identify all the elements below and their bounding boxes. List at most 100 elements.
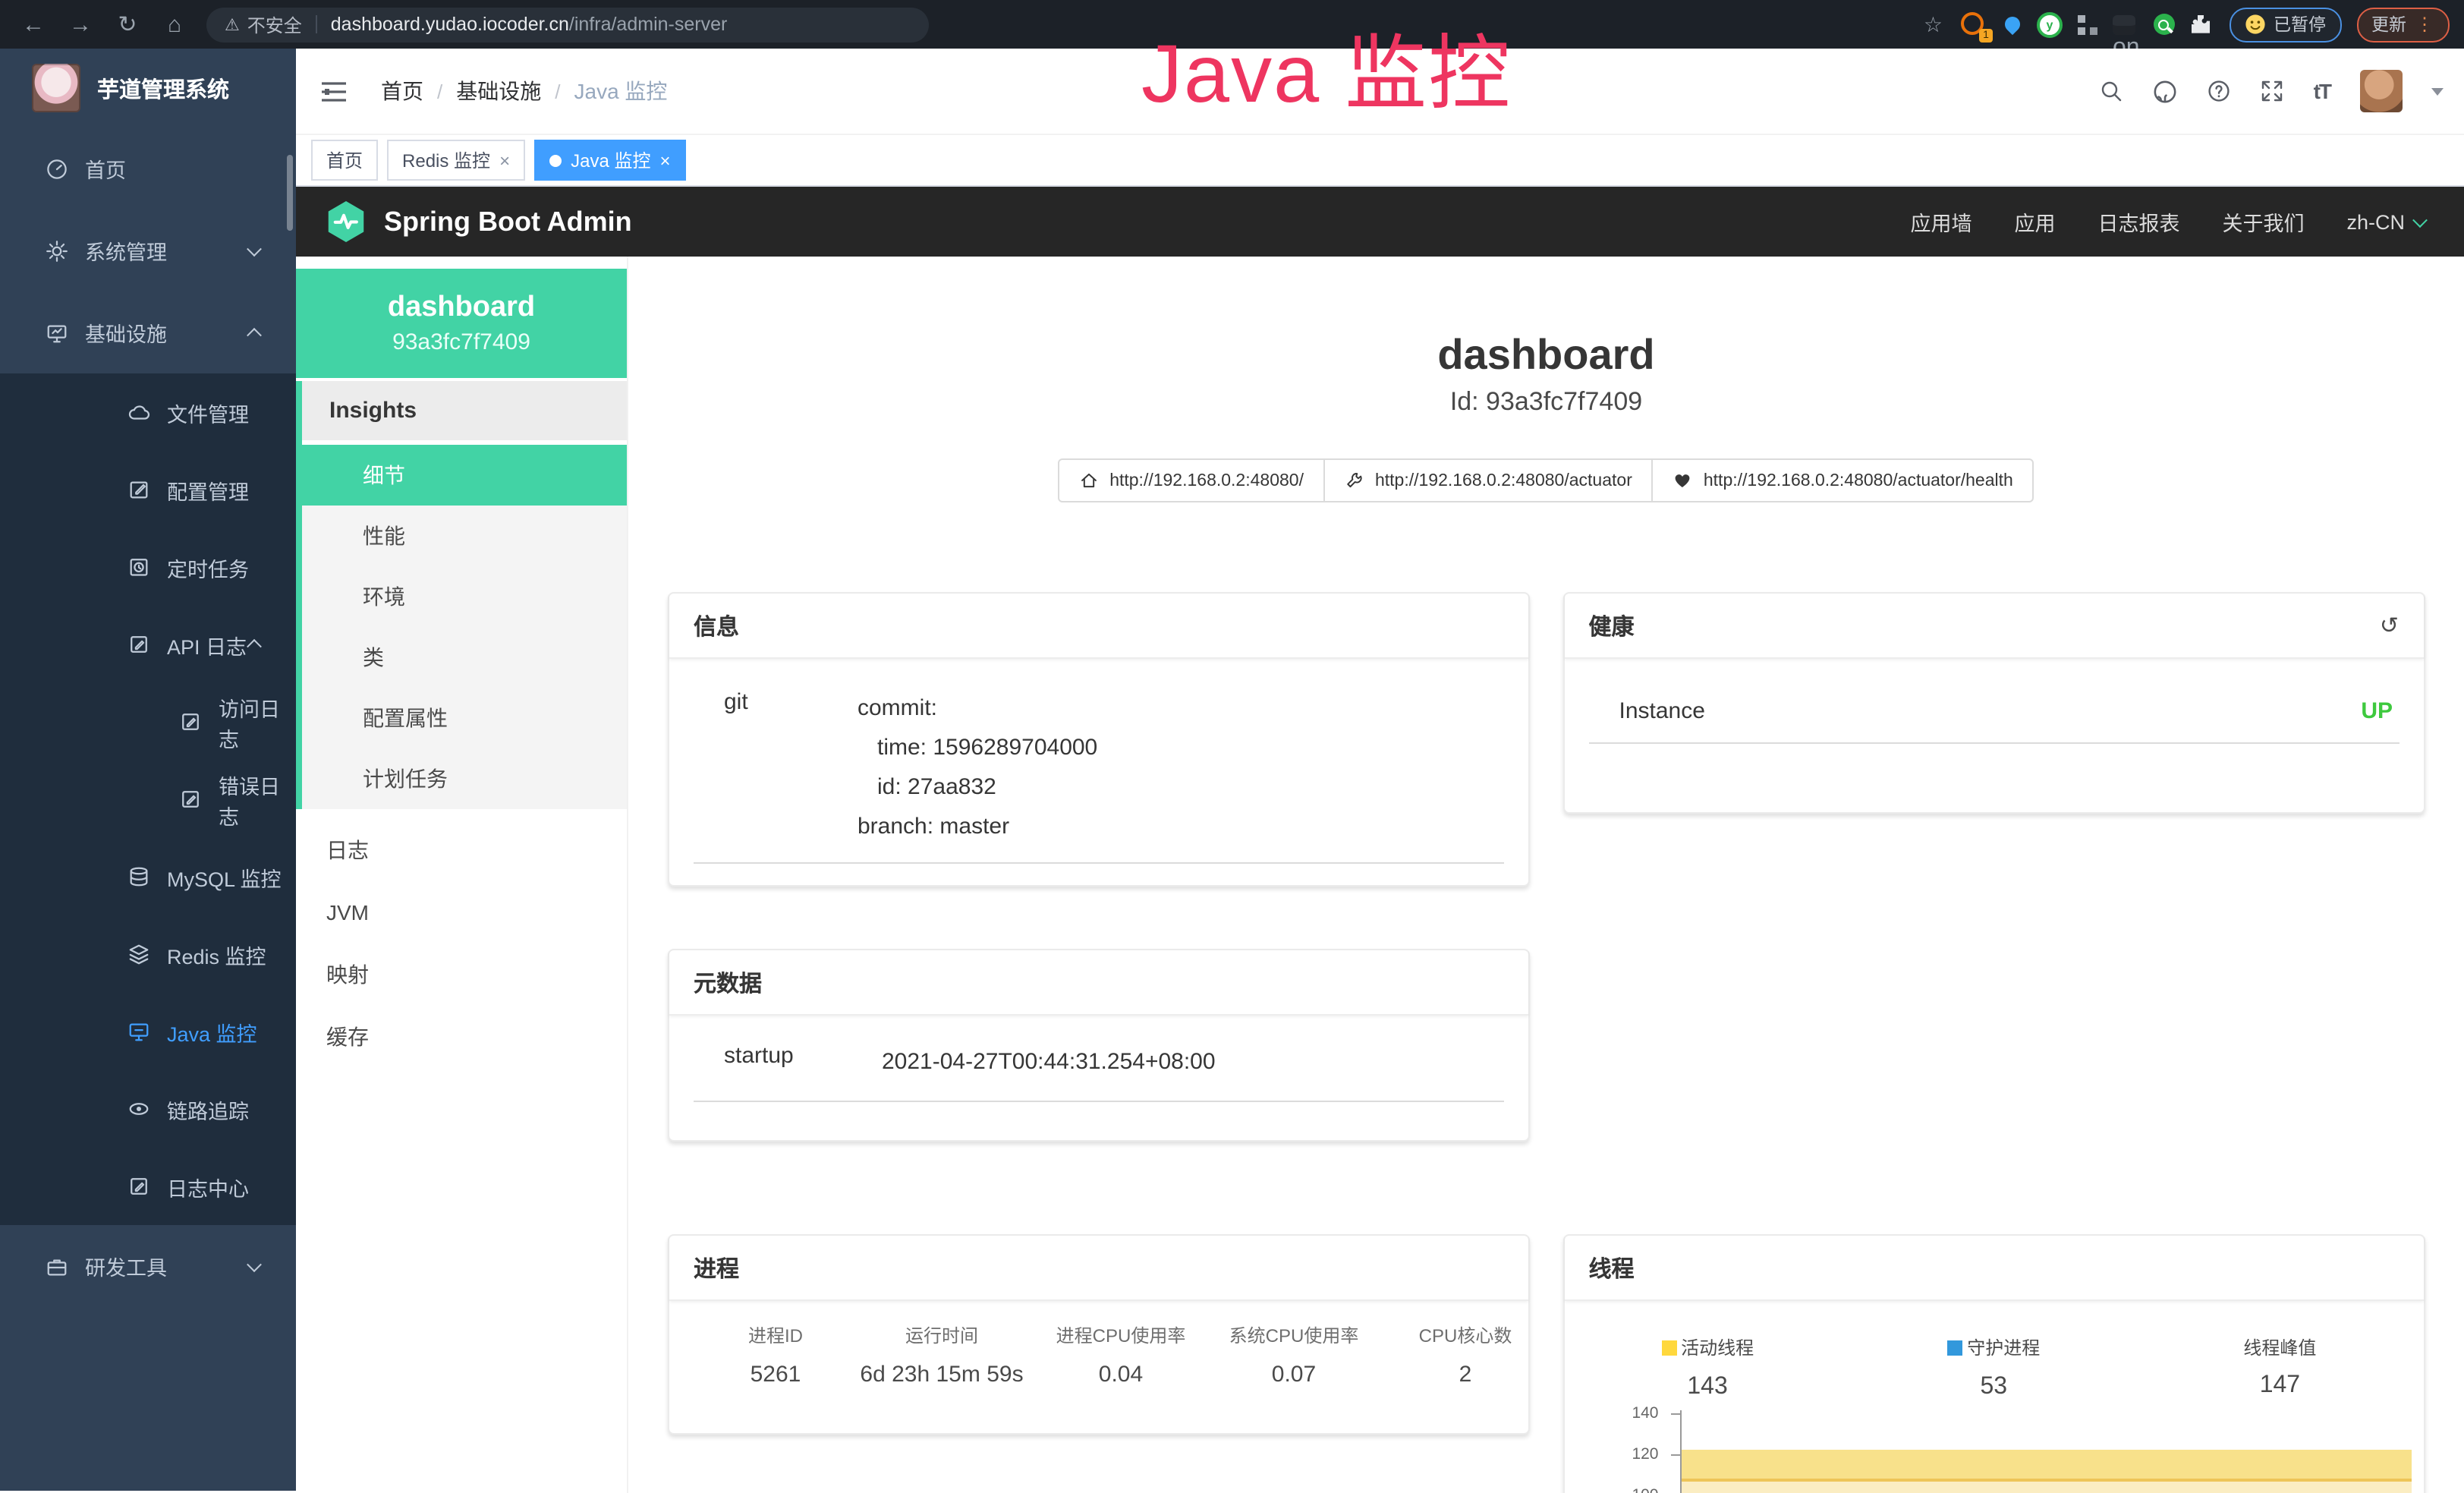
breadcrumb-infra[interactable]: 基础设施 [456, 76, 541, 106]
health-key: Instance [1619, 698, 1705, 724]
insights-group: Insights 细节 性能 环境 类 配置属性 计划任务 [296, 381, 627, 809]
insights-item-scheduled-tasks[interactable]: 计划任务 [302, 748, 627, 809]
sidebar-item-redis-monitor[interactable]: Redis 监控 [0, 915, 296, 993]
briefcase-icon [46, 1255, 68, 1277]
app-logo-row[interactable]: 芋道管理系统 [0, 49, 296, 128]
process-table-values: 5261 6d 23h 15m 59s 0.04 0.07 2 [669, 1362, 1528, 1387]
instance-name: dashboard [388, 291, 535, 325]
sidebar-item-log-center[interactable]: 日志中心 [0, 1148, 296, 1225]
side-item-mappings[interactable]: 映射 [296, 943, 627, 1005]
extension-list-on-icon[interactable]: on [2113, 11, 2138, 37]
sidebar-item-infra[interactable]: 基础设施 [0, 291, 296, 373]
user-avatar[interactable] [2359, 70, 2402, 112]
sba-nav-applications[interactable]: 应用 [2014, 206, 2055, 237]
insights-item-details[interactable]: 细节 [302, 445, 627, 506]
search-icon[interactable] [2100, 79, 2124, 103]
home-icon[interactable]: ⌂ [161, 11, 188, 37]
sidebar-item-tracing[interactable]: 链路追踪 [0, 1070, 296, 1148]
reload-icon[interactable]: ↻ [114, 11, 141, 38]
user-menu-caret-icon[interactable] [2431, 87, 2443, 95]
breadcrumb-home[interactable]: 首页 [381, 76, 423, 106]
page-annotation: Java 监控 [1141, 6, 1512, 126]
bookmark-star-icon[interactable]: ☆ [1924, 11, 1943, 37]
live-threads-swatch [1661, 1340, 1676, 1355]
sba-nav-journal[interactable]: 日志报表 [2097, 206, 2179, 237]
process-card: 进程 进程ID 运行时间 进程CPU使用率 系统CPU使用率 CPU核心数 52… [668, 1234, 1530, 1435]
extension-pin-icon[interactable] [1999, 11, 2025, 37]
sidebar-item-dev-tools[interactable]: 研发工具 [0, 1225, 296, 1307]
tab-redis-monitor[interactable]: Redis 监控 × [387, 140, 525, 181]
url-path: /infra/admin-server [569, 14, 727, 35]
extension-magnifier-icon[interactable] [2151, 11, 2176, 37]
fullscreen-icon[interactable] [2261, 79, 2285, 103]
chevron-up-icon [247, 327, 262, 342]
sidebar-item-scheduled-jobs[interactable]: 定时任务 [0, 528, 296, 606]
sba-nav-about[interactable]: 关于我们 [2222, 206, 2304, 237]
health-card-title: 健康 [1589, 609, 1635, 641]
extension-y-icon[interactable]: y [2037, 11, 2063, 37]
sba-brand-name: Spring Boot Admin [384, 206, 632, 238]
info-key: git [724, 689, 858, 847]
metadata-startup-row: startup 2021-04-27T00:44:31.254+08:00 [694, 1016, 1504, 1102]
paused-extension-button[interactable]: 已暂停 [2230, 7, 2341, 42]
sidebar-item-java-monitor[interactable]: Java 监控 [0, 993, 296, 1070]
health-card: 健康 ↺ Instance UP [1563, 592, 2425, 814]
process-card-title: 进程 [669, 1236, 1528, 1301]
history-icon[interactable]: ↺ [2380, 612, 2399, 639]
extension-colorzilla-icon[interactable]: 1 [1961, 11, 1987, 37]
sidebar-item-system[interactable]: 系统管理 [0, 209, 296, 291]
insights-item-environment[interactable]: 环境 [302, 566, 627, 627]
sidebar-item-error-log[interactable]: 错误日志 [0, 761, 296, 838]
chevron-up-icon [247, 639, 262, 654]
peak-threads-value: 147 [2137, 1372, 2423, 1400]
wrench-icon [1345, 471, 1364, 490]
extension-grid-icon[interactable] [2075, 11, 2101, 37]
process-pid: 5261 [697, 1362, 854, 1387]
github-icon[interactable] [2153, 78, 2179, 104]
browser-update-button[interactable]: 更新 ⋮ [2356, 7, 2449, 42]
security-label: 不安全 [247, 11, 302, 37]
tab-home[interactable]: 首页 [311, 140, 378, 181]
insights-item-metrics[interactable]: 性能 [302, 506, 627, 566]
sidebar-item-api-log[interactable]: API 日志 [0, 606, 296, 683]
extension-puzzle-icon[interactable] [2189, 11, 2214, 37]
sidebar-item-mysql-monitor[interactable]: MySQL 监控 [0, 838, 296, 915]
health-instance-row[interactable]: Instance UP [1589, 659, 2399, 744]
tabs-bar: 首页 Redis 监控 × Java 监控 × [296, 135, 2464, 187]
sidebar-item-config-manage[interactable]: 配置管理 [0, 451, 296, 528]
side-item-logging[interactable]: 日志 [296, 818, 627, 880]
insights-item-classes[interactable]: 类 [302, 627, 627, 688]
process-cpu: 0.04 [1029, 1362, 1213, 1387]
forward-icon[interactable]: → [67, 11, 94, 37]
close-icon[interactable]: × [499, 150, 510, 171]
monitor-icon [46, 321, 68, 344]
help-icon[interactable] [2208, 79, 2232, 103]
warning-icon: ⚠ [225, 14, 240, 34]
sidebar-item-home[interactable]: 首页 [0, 128, 296, 209]
browser-menu-icon[interactable]: ⋮ [2415, 14, 2434, 35]
back-icon[interactable]: ← [20, 11, 47, 37]
url-host: dashboard.yudao.iocoder.cn [331, 14, 569, 35]
address-bar[interactable]: ⚠ 不安全 dashboard.yudao.iocoder.cn /infra/… [206, 7, 929, 42]
system-cpu: 0.07 [1213, 1362, 1375, 1387]
sba-brand[interactable]: Spring Boot Admin [323, 199, 632, 244]
chevron-down-icon [247, 241, 262, 256]
area-low-fill [1682, 1482, 2412, 1493]
endpoint-health-link[interactable]: http://192.168.0.2:48080/actuator/health [1654, 460, 2033, 501]
sba-nav-wallboard[interactable]: 应用墙 [1910, 206, 1972, 237]
locale-selector[interactable]: zh-CN [2346, 210, 2425, 233]
sidebar-item-file-manage[interactable]: 文件管理 [0, 373, 296, 451]
close-icon[interactable]: × [659, 150, 670, 171]
side-item-caches[interactable]: 缓存 [296, 1005, 627, 1067]
instance-header[interactable]: dashboard 93a3fc7f7409 [296, 269, 627, 378]
sidebar-scrollbar[interactable] [287, 155, 293, 231]
font-size-icon[interactable]: tT [2314, 79, 2330, 103]
sidebar-item-access-log[interactable]: 访问日志 [0, 683, 296, 761]
tab-java-monitor[interactable]: Java 监控 × [534, 140, 685, 181]
collapse-menu-icon[interactable] [320, 80, 348, 102]
side-item-jvm[interactable]: JVM [296, 880, 627, 943]
endpoint-actuator-link[interactable]: http://192.168.0.2:48080/actuator [1325, 460, 1654, 501]
insights-item-config-props[interactable]: 配置属性 [302, 688, 627, 748]
endpoint-home-link[interactable]: http://192.168.0.2:48080/ [1059, 460, 1325, 501]
metadata-card: 元数据 startup 2021-04-27T00:44:31.254+08:0… [668, 949, 1530, 1142]
